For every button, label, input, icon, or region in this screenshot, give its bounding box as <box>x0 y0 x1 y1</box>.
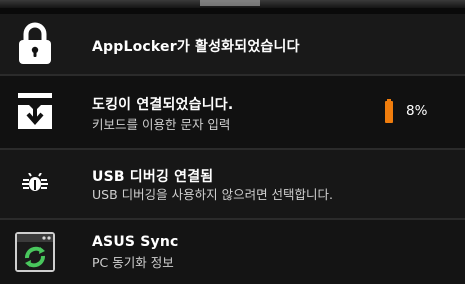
notification-title: AppLocker가 활성화되었습니다 <box>92 39 300 55</box>
notification-subtitle: PC 동기화 정보 <box>92 255 174 270</box>
sync-window-icon <box>10 220 60 284</box>
status-bar-highlight <box>200 0 260 6</box>
padlock-icon <box>10 14 60 74</box>
notification-title: USB 디버깅 연결됨 <box>92 169 214 185</box>
notification-applocker[interactable]: AppLocker가 활성화되었습니다 <box>0 14 465 74</box>
bug-icon <box>10 150 60 218</box>
notification-asus-sync[interactable]: ASUS Sync PC 동기화 정보 <box>0 220 465 284</box>
notification-panel: AppLocker가 활성화되었습니다 도킹이 연결되었습니다. 키보드를 이용… <box>0 0 465 284</box>
notification-subtitle: 키보드를 이용한 문자 입력 <box>92 117 231 132</box>
battery-percent: 8% <box>406 103 428 119</box>
status-bar-strip <box>0 0 465 8</box>
notification-title: 도킹이 연결되었습니다. <box>92 97 234 113</box>
notification-docking[interactable]: 도킹이 연결되었습니다. 키보드를 이용한 문자 입력 8% <box>0 76 465 148</box>
notification-subtitle: USB 디버깅을 사용하지 않으려면 선택합니다. <box>92 187 334 202</box>
battery-icon <box>385 99 393 123</box>
download-tray-icon <box>10 76 60 148</box>
notification-usb-debugging[interactable]: USB 디버깅 연결됨 USB 디버깅을 사용하지 않으려면 선택합니다. <box>0 150 465 218</box>
notification-title: ASUS Sync <box>92 234 179 250</box>
